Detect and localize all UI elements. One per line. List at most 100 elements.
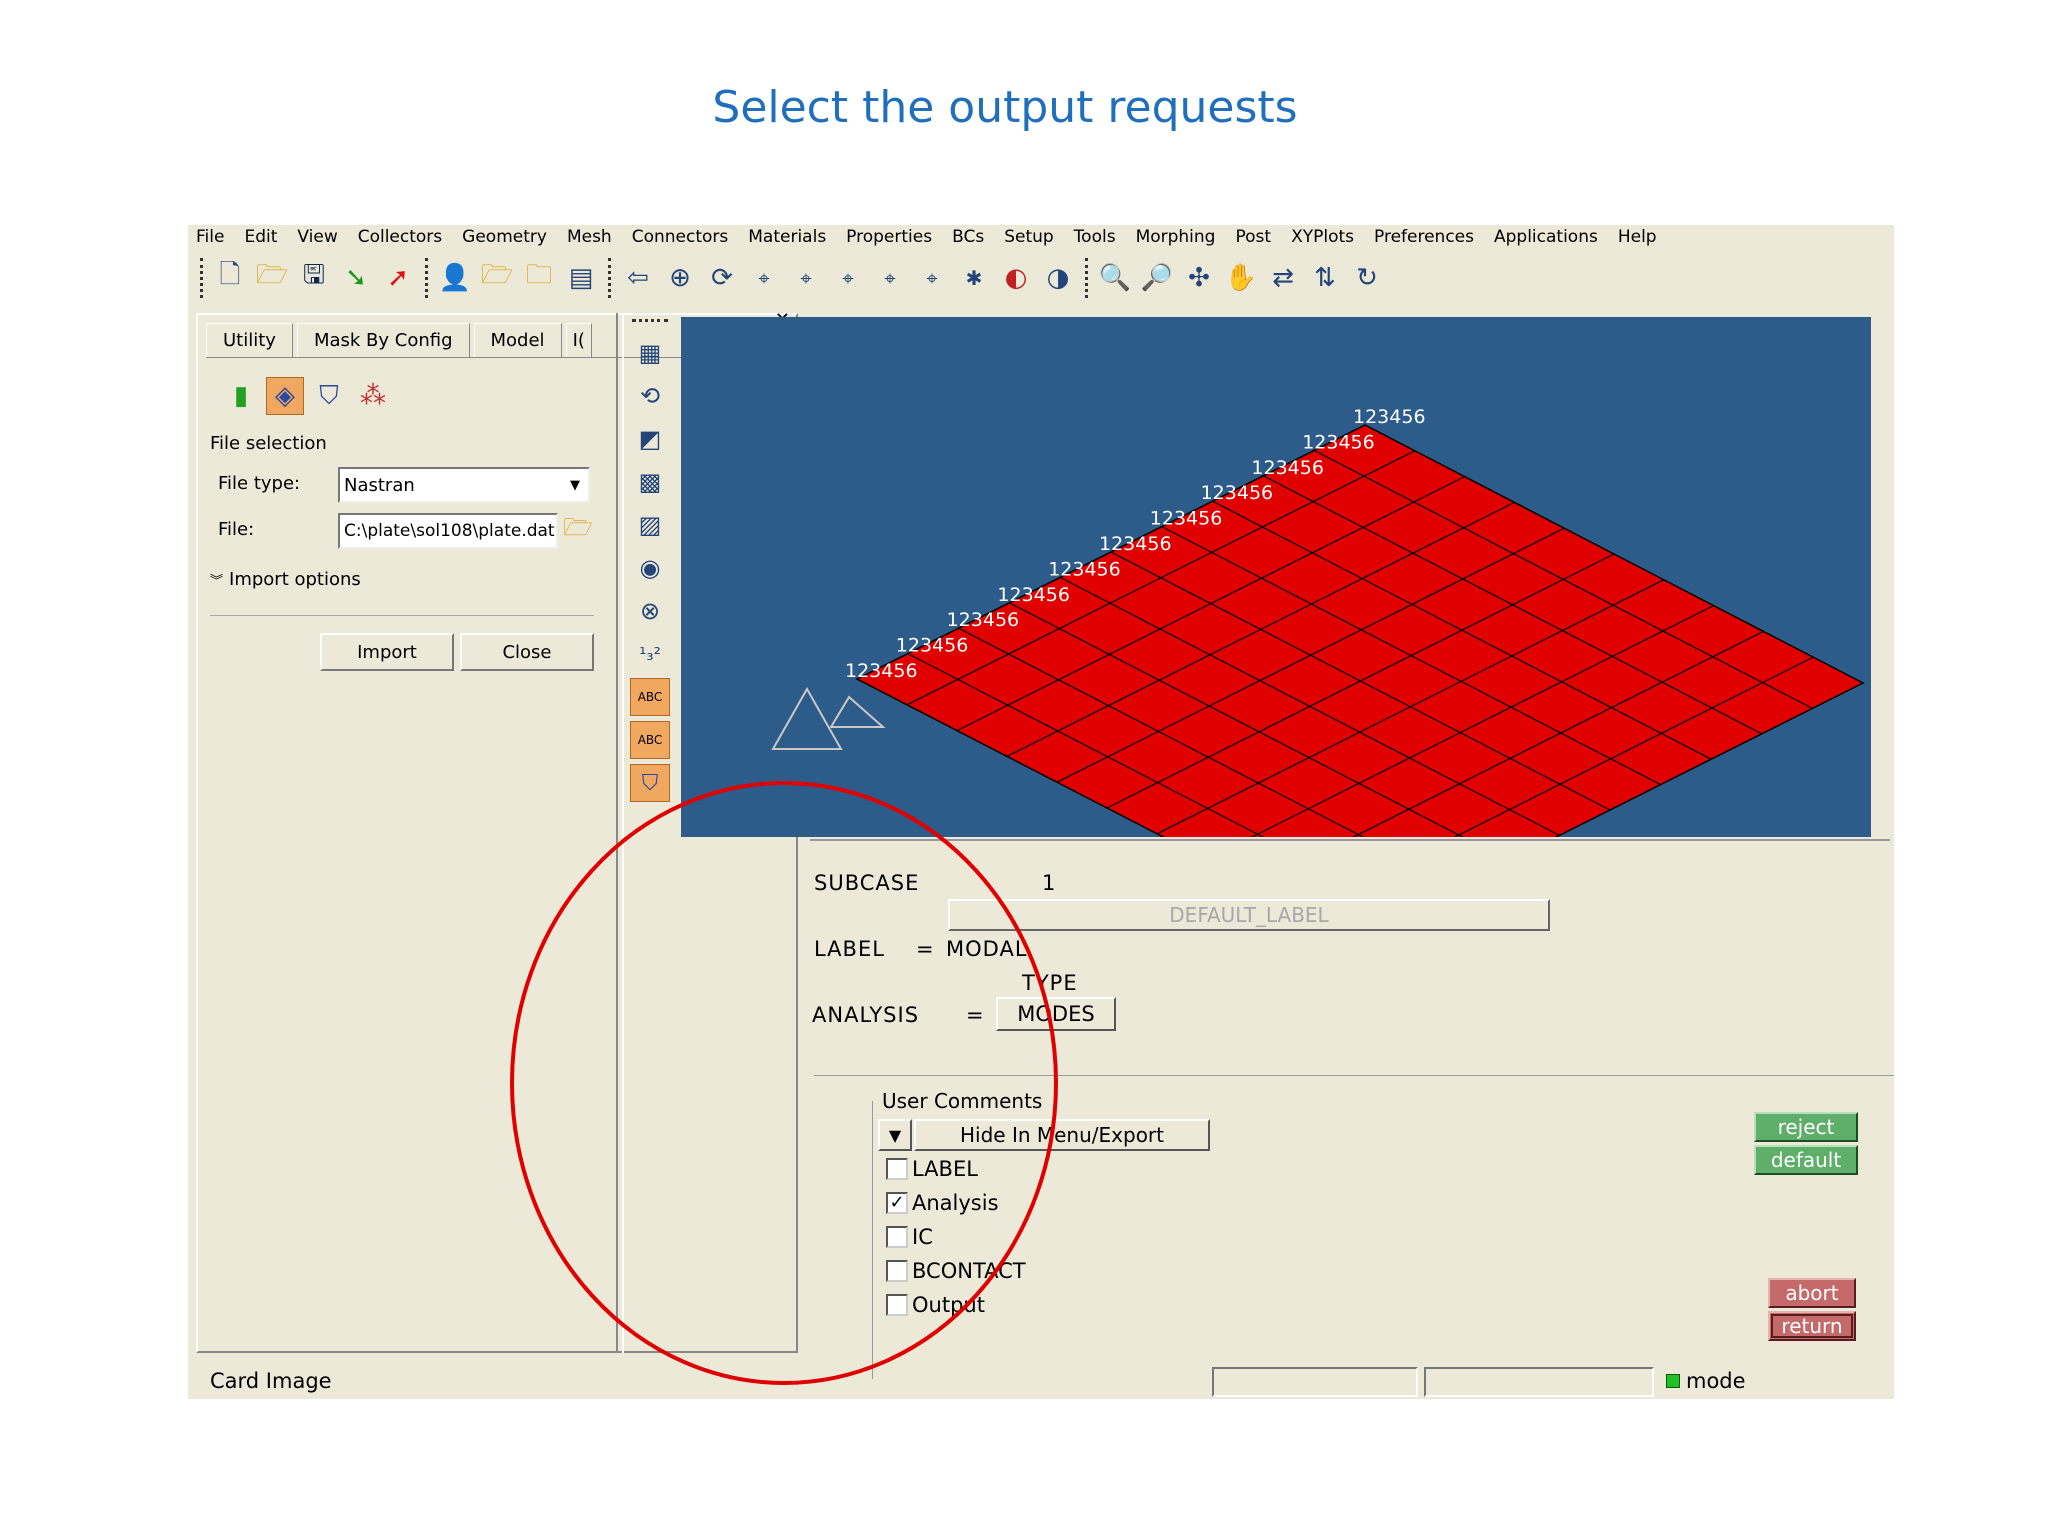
- panel-splitter[interactable]: [616, 313, 624, 1353]
- save-icon[interactable]: 🖫: [295, 259, 333, 297]
- tab-utility[interactable]: Utility: [206, 323, 293, 357]
- view-reset-icon[interactable]: ◑: [1039, 259, 1077, 297]
- constraint-label: 123456: [1251, 457, 1324, 479]
- tab-model[interactable]: Model: [473, 323, 562, 357]
- default-button[interactable]: default: [1754, 1145, 1858, 1175]
- database-icon[interactable]: ▮: [222, 377, 260, 415]
- menu-connectors[interactable]: Connectors: [632, 227, 729, 247]
- return-button[interactable]: return: [1768, 1311, 1856, 1341]
- zoom-in-icon[interactable]: 🔎: [1138, 259, 1176, 297]
- default-label-button[interactable]: DEFAULT_LABEL: [948, 899, 1550, 931]
- menu-properties[interactable]: Properties: [846, 227, 932, 247]
- menu-morphing[interactable]: Morphing: [1136, 227, 1216, 247]
- geometry-color-icon[interactable]: ⛉: [630, 764, 670, 802]
- menu-materials[interactable]: Materials: [748, 227, 826, 247]
- open-session-icon[interactable]: 🗀: [520, 259, 558, 297]
- menu-help[interactable]: Help: [1618, 227, 1657, 247]
- option-output-row[interactable]: Output: [886, 1293, 985, 1317]
- swap-vertical-icon[interactable]: ⇅: [1306, 259, 1344, 297]
- bcontact-checkbox[interactable]: [886, 1260, 908, 1282]
- solids-icon[interactable]: ⁂: [354, 377, 392, 415]
- tab-mask-by-config[interactable]: Mask By Config: [296, 323, 470, 357]
- view-zx-icon[interactable]: ⌖: [871, 259, 909, 297]
- user-icon[interactable]: 👤: [436, 259, 474, 297]
- browse-folder-icon[interactable]: 🗁: [562, 513, 594, 547]
- card-editor: SUBCASE 1 DEFAULT_LABEL LABEL = MODAL TY…: [810, 839, 1894, 1379]
- menu-preferences[interactable]: Preferences: [1374, 227, 1474, 247]
- main-toolbar: 🗋 🗁 🖫 ➘ ➚ 👤 🗁 🗀 ▤ ⇦ ⊕ ⟳ ⌖ ⌖ ⌖ ⌖ ⌖ ✱ ◐ ◑ …: [188, 255, 1894, 301]
- graphics-viewport[interactable]: 123456 123456 123456 123456 123456 123456 1234…: [681, 317, 1871, 837]
- label-checkbox[interactable]: [886, 1158, 908, 1180]
- view-zy-icon[interactable]: ⌖: [913, 259, 951, 297]
- visibility-eye-icon[interactable]: ◉: [630, 549, 670, 587]
- file-label: File:: [218, 519, 255, 540]
- import-arrow-icon[interactable]: ➘: [337, 259, 375, 297]
- shaded-mesh-icon[interactable]: ▨: [630, 506, 670, 544]
- file-type-select[interactable]: Nastran ▼: [338, 467, 590, 503]
- menu-file[interactable]: File: [196, 227, 224, 247]
- numbering-icon[interactable]: ¹₃²: [630, 635, 670, 673]
- open-model-icon[interactable]: 🗁: [478, 259, 516, 297]
- menu-view[interactable]: View: [297, 227, 337, 247]
- mesh-plot[interactable]: 123456 123456 123456 123456 123456 123456 1234…: [681, 317, 1871, 837]
- menu-collectors[interactable]: Collectors: [358, 227, 442, 247]
- hypermesh-window: File Edit View Collectors Geometry Mesh …: [188, 225, 1894, 1399]
- view-xy-icon[interactable]: ⌖: [745, 259, 783, 297]
- fe-model-icon[interactable]: ◈: [266, 377, 304, 415]
- geometry-surface-icon[interactable]: ⛉: [310, 377, 348, 415]
- view-yz-icon[interactable]: ⌖: [829, 259, 867, 297]
- panel-tabs: Utility Mask By Config Model I(: [206, 323, 596, 357]
- menu-edit[interactable]: Edit: [244, 227, 277, 247]
- menu-applications[interactable]: Applications: [1494, 227, 1598, 247]
- spin-icon[interactable]: ↻: [1348, 259, 1386, 297]
- hide-menu-dropdown-toggle[interactable]: ▼: [878, 1119, 912, 1151]
- element-refresh-icon[interactable]: ⟲: [630, 377, 670, 415]
- collapse-chevron-icon[interactable]: ︾: [210, 570, 223, 589]
- menu-post[interactable]: Post: [1235, 227, 1271, 247]
- reject-button[interactable]: reject: [1754, 1112, 1858, 1142]
- option-analysis-row[interactable]: ✓ Analysis: [886, 1191, 999, 1215]
- file-selection-group: File selection: [210, 433, 594, 454]
- option-ic-row[interactable]: IC: [886, 1225, 933, 1249]
- back-arrow-icon[interactable]: ⇦: [619, 259, 657, 297]
- pan-hand-icon[interactable]: ✋: [1222, 259, 1260, 297]
- rotation-center-icon[interactable]: ◐: [997, 259, 1035, 297]
- import-options-group[interactable]: ︾ Import options: [210, 569, 594, 590]
- open-folder-icon[interactable]: 🗁: [253, 259, 291, 297]
- find-binoculars-icon[interactable]: ⊗: [630, 592, 670, 630]
- menu-setup[interactable]: Setup: [1004, 227, 1053, 247]
- swap-horizontal-icon[interactable]: ⇄: [1264, 259, 1302, 297]
- view-xz-icon[interactable]: ⌖: [787, 259, 825, 297]
- elements-display-icon[interactable]: ▦: [630, 334, 670, 372]
- option-label-row[interactable]: LABEL: [886, 1157, 978, 1181]
- new-file-icon[interactable]: 🗋: [211, 259, 249, 297]
- abort-button[interactable]: abort: [1768, 1278, 1856, 1308]
- analysis-type-button[interactable]: MODES: [996, 997, 1116, 1031]
- component-abc-icon[interactable]: ABC: [630, 678, 670, 716]
- menu-mesh[interactable]: Mesh: [567, 227, 612, 247]
- zoom-window-icon[interactable]: 🔍: [1096, 259, 1134, 297]
- zoom-icon[interactable]: ⊕: [661, 259, 699, 297]
- tab-truncated[interactable]: I(: [565, 323, 592, 357]
- menu-geometry[interactable]: Geometry: [462, 227, 547, 247]
- mesh-lines-icon[interactable]: ▩: [630, 463, 670, 501]
- hide-in-menu-export-button[interactable]: Hide In Menu/Export: [914, 1119, 1210, 1151]
- option-bcontact-row[interactable]: BCONTACT: [886, 1259, 1026, 1283]
- ic-checkbox[interactable]: [886, 1226, 908, 1248]
- menu-bcs[interactable]: BCs: [952, 227, 984, 247]
- file-path-input[interactable]: C:\plate\sol108\plate.dat: [338, 513, 558, 549]
- view-iso-icon[interactable]: ✱: [955, 259, 993, 297]
- menu-tools[interactable]: Tools: [1074, 227, 1116, 247]
- rotate-free-icon[interactable]: ✣: [1180, 259, 1218, 297]
- load-abc-icon[interactable]: ABC: [630, 721, 670, 759]
- analysis-checkbox[interactable]: ✓: [886, 1192, 908, 1214]
- shaded-elements-icon[interactable]: ◩: [630, 420, 670, 458]
- close-button[interactable]: Close: [460, 633, 594, 671]
- output-checkbox[interactable]: [886, 1294, 908, 1316]
- rotate-icon[interactable]: ⟳: [703, 259, 741, 297]
- import-button[interactable]: Import: [320, 633, 454, 671]
- export-arrow-icon[interactable]: ➚: [379, 259, 417, 297]
- export-solver-icon[interactable]: ▤: [562, 259, 600, 297]
- menu-xyplots[interactable]: XYPlots: [1291, 227, 1354, 247]
- chevron-down-icon[interactable]: ▼: [564, 473, 586, 497]
